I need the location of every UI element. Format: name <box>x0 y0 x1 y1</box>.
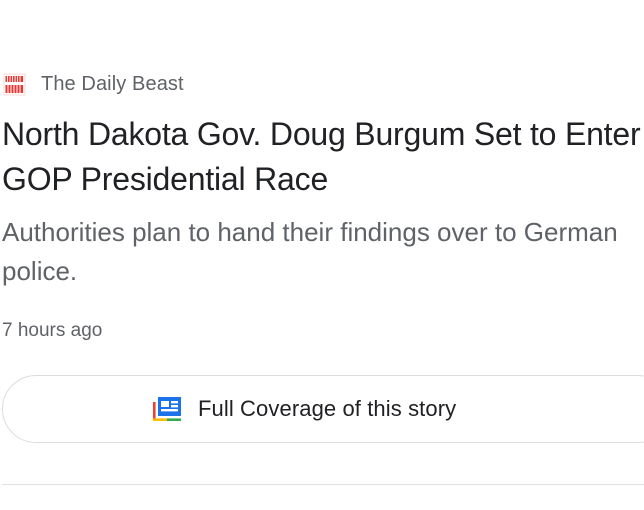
full-coverage-button[interactable]: Full Coverage of this story <box>2 375 644 443</box>
full-coverage-content: Full Coverage of this story <box>151 376 456 442</box>
daily-beast-logo-icon <box>3 73 26 96</box>
full-coverage-label: Full Coverage of this story <box>198 396 457 421</box>
article-timestamp: 7 hours ago <box>2 320 103 341</box>
full-coverage-icon <box>151 394 183 424</box>
source-name[interactable]: The Daily Beast <box>41 73 184 96</box>
article-snippet: Authorities plan to hand their findings … <box>2 217 618 286</box>
news-article-card[interactable]: The Daily Beast North Dakota Gov. Doug B… <box>0 0 644 510</box>
source-row: The Daily Beast <box>3 71 184 97</box>
article-headline[interactable]: North Dakota Gov. Doug Burgum Set to Ent… <box>2 112 642 202</box>
divider <box>2 484 644 485</box>
